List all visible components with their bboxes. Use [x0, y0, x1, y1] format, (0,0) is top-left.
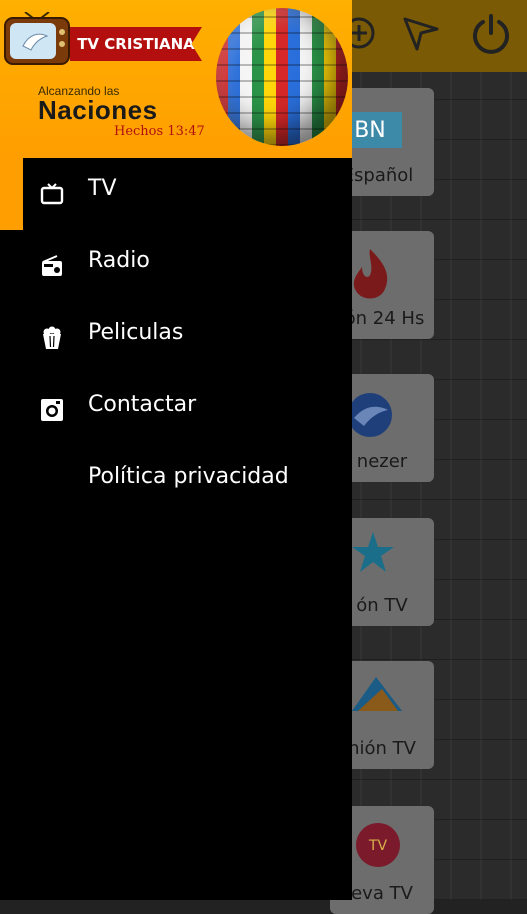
radio-icon: [42, 255, 62, 276]
menu-label: Contactar: [88, 392, 197, 417]
tagline-big: Naciones: [38, 95, 158, 125]
send-icon[interactable]: [398, 10, 444, 56]
brand-ribbon: TV CRISTIANA: [70, 27, 202, 61]
svg-text:TV: TV: [368, 838, 388, 854]
power-icon[interactable]: [468, 10, 514, 56]
menu-item-peliculas[interactable]: Peliculas: [0, 302, 352, 374]
navigation-drawer: TV CRISTIANA Alcanzando las Naciones Hec…: [0, 0, 352, 900]
drawer-header: TV CRISTIANA Alcanzando las Naciones Hec…: [0, 0, 352, 158]
tv-icon: [40, 183, 64, 205]
verse-reference: Hechos 13:47: [114, 124, 205, 139]
star-logo: [352, 532, 394, 572]
flag-globe-image: [216, 8, 348, 146]
arrow-logo: [352, 677, 402, 711]
menu-item-tv[interactable]: TV: [0, 158, 352, 230]
menu-label: TV: [88, 176, 117, 201]
menu-item-radio[interactable]: Radio: [0, 230, 352, 302]
menu-label: Radio: [88, 248, 150, 273]
popcorn-icon: [43, 326, 61, 349]
menu-label: Peliculas: [88, 320, 184, 345]
nueva-logo: TV: [356, 823, 400, 867]
menu-item-contactar[interactable]: Contactar: [0, 374, 352, 446]
menu-item-politica-privacidad[interactable]: Política privacidad: [0, 446, 352, 518]
menu-label: Política privacidad: [88, 464, 289, 489]
tv-logo: [4, 12, 70, 65]
camera-icon: [41, 399, 63, 421]
